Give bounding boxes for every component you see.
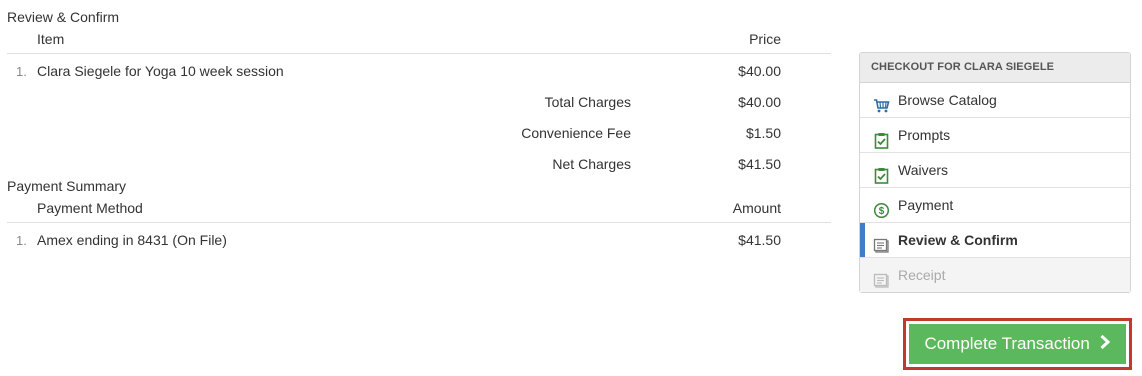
sidebar-item-prompts[interactable]: Prompts: [860, 118, 1130, 153]
review-table-header: Item Price: [7, 31, 831, 54]
amount-column-header: Amount: [732, 200, 781, 216]
table-row: 1. Amex ending in 8431 (On File) $41.50: [7, 232, 831, 252]
payment-amount: $41.50: [738, 232, 781, 248]
sidebar-item-label: Payment: [898, 197, 954, 213]
clipboard-check-icon: [873, 127, 890, 149]
receipt-icon: [873, 267, 890, 288]
complete-transaction-button[interactable]: Complete Transaction: [909, 324, 1126, 364]
sidebar-item-label: Review & Confirm: [898, 232, 1018, 248]
net-charges-row: Net Charges $41.50: [0, 156, 831, 176]
payment-table-header: Payment Method Amount: [7, 200, 831, 223]
total-charges-label: Total Charges: [544, 94, 631, 110]
item-description: Clara Siegele for Yoga 10 week session: [37, 63, 284, 79]
total-charges-value: $40.00: [738, 94, 781, 110]
total-charges-row: Total Charges $40.00: [0, 94, 831, 114]
convenience-fee-label: Convenience Fee: [521, 125, 631, 141]
sidebar-item-review-confirm[interactable]: Review & Confirm: [860, 223, 1130, 258]
convenience-fee-value: $1.50: [745, 125, 781, 141]
sidebar-item-payment[interactable]: $ Payment: [860, 188, 1130, 223]
clipboard-check-icon: [873, 162, 890, 184]
sidebar-item-receipt: Receipt: [860, 258, 1130, 292]
row-number: 1.: [16, 64, 27, 79]
complete-transaction-highlight: Complete Transaction: [903, 318, 1132, 370]
sidebar-item-waivers[interactable]: Waivers: [860, 153, 1130, 188]
item-price: $40.00: [738, 63, 781, 79]
sidebar-item-label: Browse Catalog: [898, 92, 997, 108]
row-number: 1.: [16, 233, 27, 248]
net-charges-label: Net Charges: [552, 156, 631, 172]
payment-section-title: Payment Summary: [7, 178, 127, 194]
svg-text:$: $: [879, 206, 885, 217]
chevron-right-icon: [1099, 325, 1111, 365]
complete-transaction-label: Complete Transaction: [924, 334, 1090, 353]
item-column-header: Item: [37, 31, 65, 47]
checkout-sidebar: CHECKOUT FOR CLARA SIEGELE Browse Catalo…: [859, 52, 1131, 293]
sidebar-header: CHECKOUT FOR CLARA SIEGELE: [860, 53, 1130, 83]
cart-icon: [873, 92, 890, 113]
dollar-circle-icon: $: [873, 197, 890, 219]
review-section-title: Review & Confirm: [7, 9, 120, 25]
payment-method-column-header: Payment Method: [37, 200, 143, 216]
convenience-fee-row: Convenience Fee $1.50: [0, 125, 831, 145]
receipt-icon: [873, 232, 890, 253]
sidebar-item-browse-catalog[interactable]: Browse Catalog: [860, 83, 1130, 118]
net-charges-value: $41.50: [738, 156, 781, 172]
price-column-header: Price: [749, 31, 781, 47]
table-row: 1. Clara Siegele for Yoga 10 week sessio…: [7, 63, 831, 83]
sidebar-item-label: Prompts: [898, 127, 951, 143]
payment-description: Amex ending in 8431 (On File): [37, 232, 227, 248]
sidebar-item-label: Receipt: [898, 267, 946, 283]
sidebar-item-label: Waivers: [898, 162, 949, 178]
